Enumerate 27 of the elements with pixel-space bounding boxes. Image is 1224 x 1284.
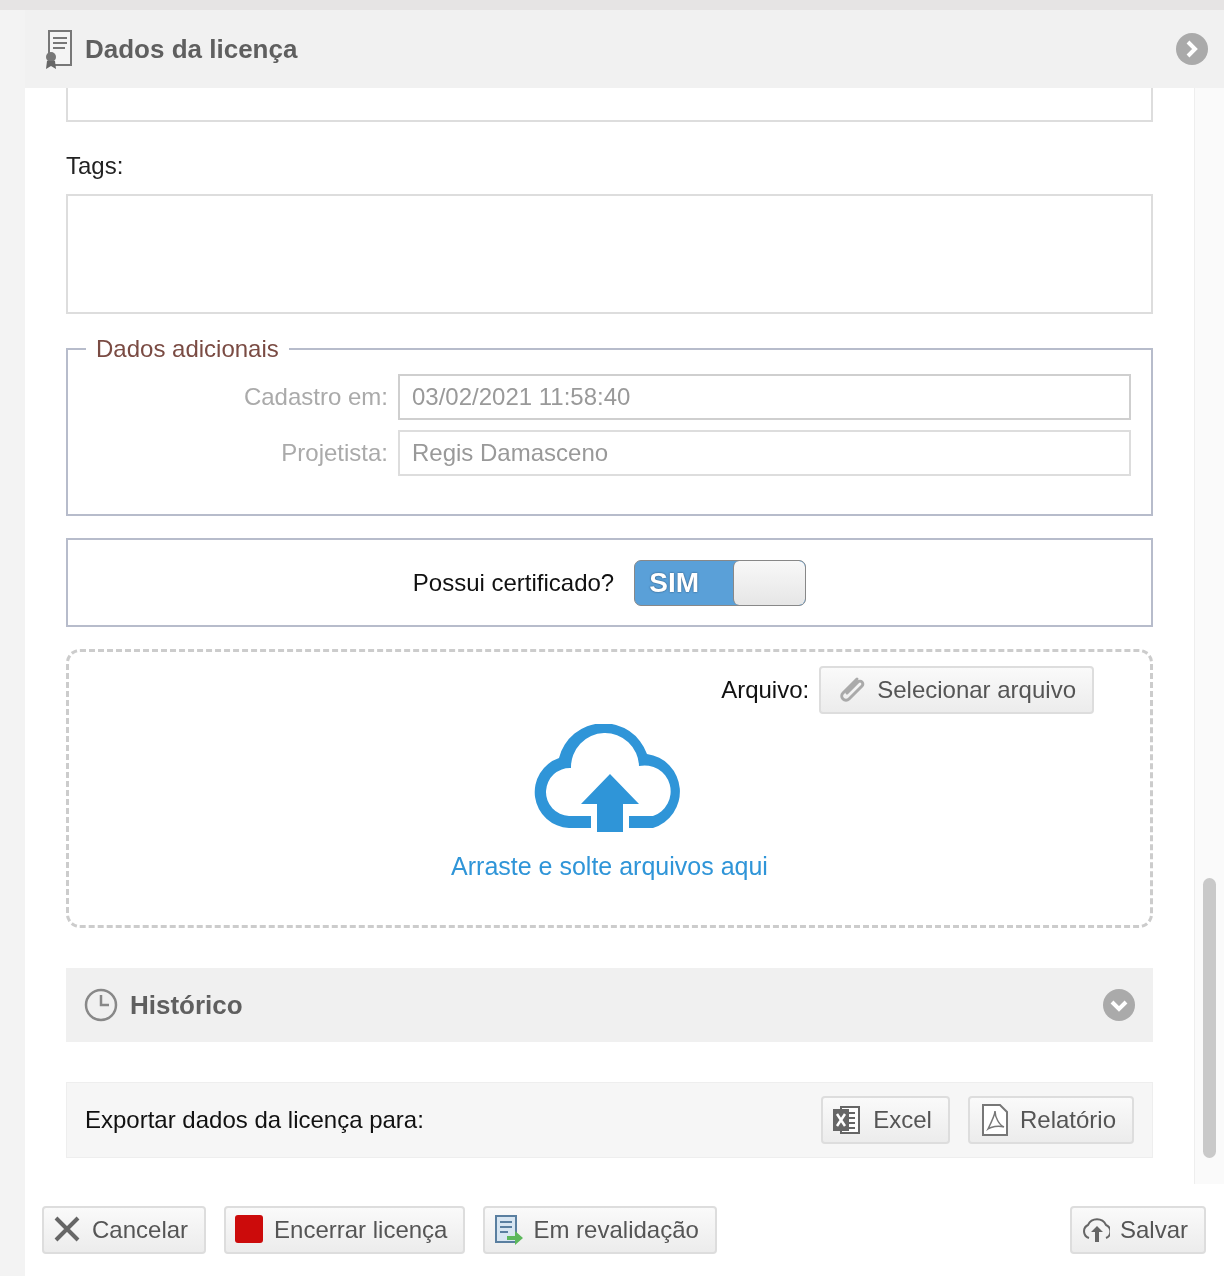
- clock-icon: [84, 988, 118, 1022]
- close-license-button[interactable]: Encerrar licença: [224, 1206, 466, 1254]
- field-label: Arquivo:: [721, 675, 810, 705]
- drop-zone[interactable]: Arquivo: Selecionar arquivo Arraste e solte arquivos aqui: [66, 649, 1153, 928]
- text-field[interactable]: [66, 88, 1153, 122]
- field-label: Tags:: [66, 151, 125, 181]
- history-header[interactable]: Histórico: [66, 968, 1153, 1042]
- stop-icon: [234, 1214, 265, 1246]
- field-label: Possui certificado?: [412, 567, 615, 598]
- report-button[interactable]: Relatório: [967, 1096, 1134, 1144]
- panel-title: Dados da licença: [85, 32, 298, 66]
- select-file-button[interactable]: Selecionar arquivo: [819, 666, 1094, 714]
- chevron-right-icon: [1176, 33, 1208, 65]
- certificate-icon: [43, 29, 73, 69]
- section-title: Histórico: [130, 988, 244, 1022]
- tags-field[interactable]: [66, 194, 1153, 314]
- chevron-down-icon: [1103, 989, 1135, 1021]
- field-label: Projetista:: [280, 438, 389, 468]
- excel-button[interactable]: Excel: [821, 1096, 950, 1144]
- save-button[interactable]: Salvar: [1069, 1206, 1206, 1254]
- field-label: Cadastro em:: [242, 382, 389, 412]
- document-arrow-icon: [493, 1214, 524, 1246]
- cancel-button[interactable]: Cancelar: [42, 1206, 207, 1254]
- revalidation-button[interactable]: Em revalidação: [483, 1206, 717, 1254]
- drop-hint: Arraste e solte arquivos aqui: [451, 851, 768, 882]
- export-label: Exportar dados da licença para:: [85, 1105, 425, 1135]
- scrollbar-thumb[interactable]: [1203, 878, 1216, 1158]
